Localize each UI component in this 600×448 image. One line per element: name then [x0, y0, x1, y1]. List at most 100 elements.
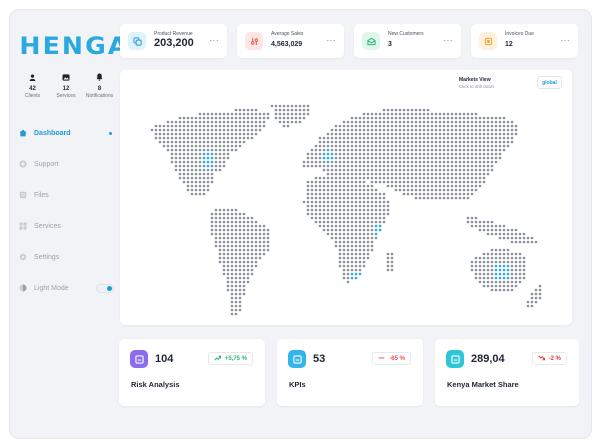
map-market-dot[interactable]: [502, 264, 506, 268]
map-land-dot: [194, 184, 198, 188]
map-market-dot[interactable]: [498, 268, 502, 272]
light-mode-toggle[interactable]: [96, 284, 114, 293]
map-market-dot[interactable]: [506, 264, 510, 268]
map-land-dot: [270, 104, 274, 108]
map-market-dot[interactable]: [210, 156, 214, 160]
card-risk-analysis[interactable]: 104 +5,75 % Risk Analysis: [119, 339, 265, 406]
map-market-dot[interactable]: [358, 272, 362, 276]
map-land-dot: [462, 172, 466, 176]
map-land-dot: [202, 120, 206, 124]
map-market-dot[interactable]: [374, 224, 378, 228]
sidebar-item-settings[interactable]: Settings: [18, 247, 116, 267]
map-market-dot[interactable]: [206, 156, 210, 160]
map-market-dot[interactable]: [378, 224, 382, 228]
card-invoices-due[interactable]: Invoices Due 12 ···: [471, 24, 578, 58]
stat-services[interactable]: 12 Services: [50, 72, 83, 99]
map-land-dot: [406, 144, 410, 148]
map-market-dot[interactable]: [202, 152, 206, 156]
map-land-dot: [362, 124, 366, 128]
map-market-dot[interactable]: [498, 264, 502, 268]
map-market-dot[interactable]: [506, 272, 510, 276]
map-land-dot: [386, 264, 390, 268]
map-land-dot: [418, 152, 422, 156]
map-market-dot[interactable]: [350, 276, 354, 280]
sidebar-item-files[interactable]: Files: [18, 185, 116, 205]
map-market-dot[interactable]: [206, 164, 210, 168]
map-land-dot: [474, 216, 478, 220]
map-market-dot[interactable]: [326, 160, 330, 164]
map-market-dot[interactable]: [202, 164, 206, 168]
map-market-dot[interactable]: [326, 148, 330, 152]
world-dot-map[interactable]: [120, 70, 572, 325]
map-market-dot[interactable]: [354, 272, 358, 276]
sidebar-item-dashboard[interactable]: Dashboard: [18, 123, 116, 143]
map-land-dot: [246, 124, 250, 128]
map-market-dot[interactable]: [498, 272, 502, 276]
card-average-sales[interactable]: Average Sales 4,563,029 ···: [237, 24, 344, 58]
map-market-dot[interactable]: [330, 152, 334, 156]
map-market-dot[interactable]: [202, 156, 206, 160]
map-land-dot: [242, 132, 246, 136]
map-market-dot[interactable]: [502, 272, 506, 276]
sidebar-item-services[interactable]: Services: [18, 216, 116, 236]
map-land-dot: [390, 136, 394, 140]
map-market-dot[interactable]: [494, 264, 498, 268]
map-land-dot: [338, 172, 342, 176]
map-market-dot[interactable]: [502, 268, 506, 272]
map-land-dot: [318, 192, 322, 196]
map-land-dot: [406, 132, 410, 136]
map-market-dot[interactable]: [326, 156, 330, 160]
map-market-dot[interactable]: [374, 228, 378, 232]
map-land-dot: [278, 120, 282, 124]
card-new-customers[interactable]: New Customers 3 ···: [354, 24, 461, 58]
map-land-dot: [458, 180, 462, 184]
map-market-dot[interactable]: [206, 152, 210, 156]
map-market-dot[interactable]: [506, 276, 510, 280]
map-land-dot: [442, 160, 446, 164]
more-options-button[interactable]: ···: [327, 36, 337, 45]
map-land-dot: [446, 120, 450, 124]
map-land-dot: [386, 164, 390, 168]
map-market-dot[interactable]: [210, 164, 214, 168]
map-land-dot: [462, 152, 466, 156]
stat-notifications[interactable]: 8 Notifications: [83, 72, 116, 99]
map-market-dot[interactable]: [378, 228, 382, 232]
map-market-dot[interactable]: [210, 160, 214, 164]
card-kpis[interactable]: 53 -65 % KPIs: [277, 339, 423, 406]
brand-logo[interactable]: HENGA: [19, 32, 127, 60]
map-land-dot: [374, 144, 378, 148]
global-scope-button[interactable]: global: [537, 76, 562, 89]
map-market-dot[interactable]: [494, 276, 498, 280]
map-land-dot: [342, 248, 346, 252]
map-market-dot[interactable]: [494, 268, 498, 272]
map-market-dot[interactable]: [494, 272, 498, 276]
map-market-dot[interactable]: [202, 160, 206, 164]
map-market-dot[interactable]: [206, 160, 210, 164]
more-options-button[interactable]: ···: [210, 36, 220, 45]
map-land-dot: [334, 208, 338, 212]
map-market-dot[interactable]: [322, 152, 326, 156]
map-market-dot[interactable]: [326, 152, 330, 156]
map-market-dot[interactable]: [502, 276, 506, 280]
map-land-dot: [414, 144, 418, 148]
map-land-dot: [342, 260, 346, 264]
more-options-button[interactable]: ···: [561, 36, 571, 45]
map-market-dot[interactable]: [322, 156, 326, 160]
more-options-button[interactable]: ···: [444, 36, 454, 45]
map-market-dot[interactable]: [210, 152, 214, 156]
map-land-dot: [494, 288, 498, 292]
map-market-dot[interactable]: [330, 156, 334, 160]
map-market-dot[interactable]: [374, 232, 378, 236]
map-land-dot: [354, 136, 358, 140]
map-market-dot[interactable]: [350, 272, 354, 276]
map-land-dot: [218, 140, 222, 144]
card-kenya-market-share[interactable]: 289,04 -2 % Kenya Market Share: [435, 339, 579, 406]
stat-clients[interactable]: 42 Clients: [16, 72, 49, 99]
card-product-revenue[interactable]: Product Revenue 203,200 ···: [120, 24, 227, 58]
map-market-dot[interactable]: [498, 276, 502, 280]
sidebar-item-support[interactable]: Support: [18, 154, 116, 174]
map-land-dot: [178, 124, 182, 128]
map-market-dot[interactable]: [506, 268, 510, 272]
map-market-dot[interactable]: [354, 276, 358, 280]
map-land-dot: [402, 112, 406, 116]
